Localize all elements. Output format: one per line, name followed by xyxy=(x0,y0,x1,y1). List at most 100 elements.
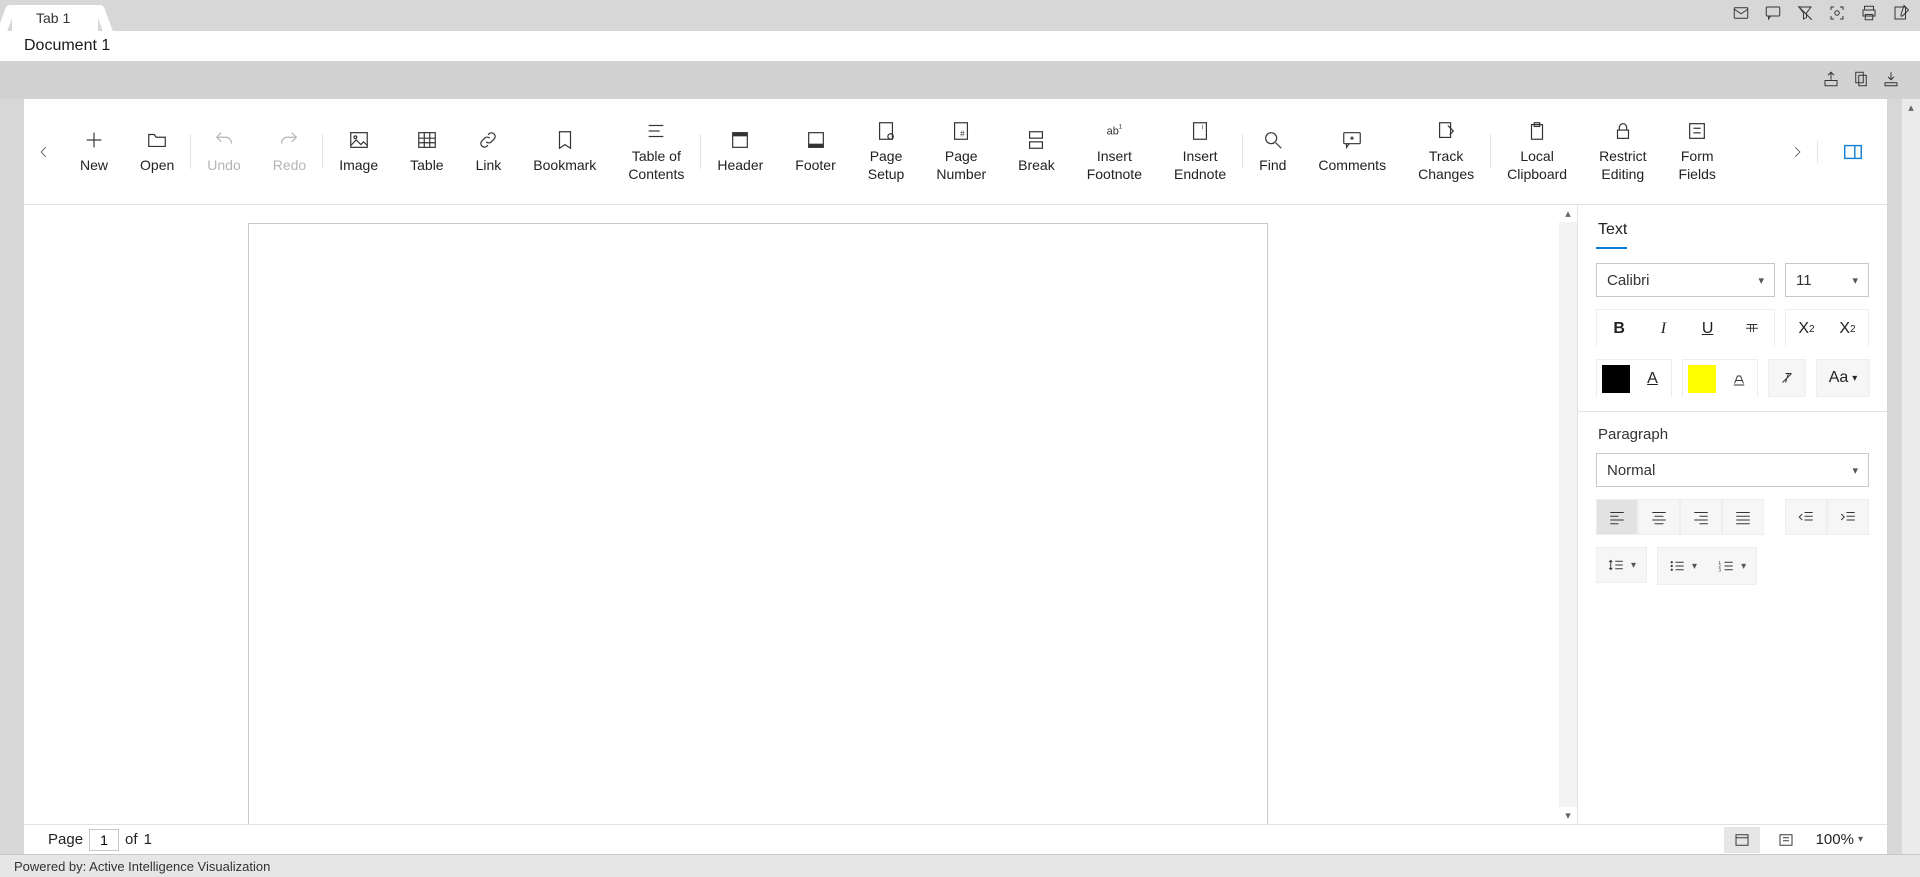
footer-button[interactable]: Footer xyxy=(779,120,851,183)
page-view-button[interactable] xyxy=(1724,827,1760,853)
toolbar-scroll-left[interactable] xyxy=(24,145,64,159)
comment-icon[interactable] xyxy=(1764,4,1782,25)
font-family-select[interactable]: Calibri ▾ xyxy=(1596,263,1775,297)
svg-text:1: 1 xyxy=(1119,123,1123,130)
toc-button[interactable]: Table of Contents xyxy=(612,120,700,183)
workspace: New Open Undo Redo Image Table Link Book… xyxy=(24,99,1887,854)
font-family-value: Calibri xyxy=(1607,272,1650,289)
document-header: Document 1 xyxy=(0,31,1920,61)
subscript-button[interactable]: X2 xyxy=(1827,310,1868,348)
table-button[interactable]: Table xyxy=(394,120,459,183)
highlight-color-swatch[interactable] xyxy=(1683,360,1720,398)
edit-icon[interactable] xyxy=(1892,4,1910,25)
footer-label: Footer xyxy=(795,157,835,175)
tab[interactable]: Tab 1 xyxy=(12,5,98,31)
vertical-scrollbar[interactable]: ▴ ▾ xyxy=(1559,205,1577,824)
zoom-select[interactable]: 100% ▾ xyxy=(1816,831,1863,848)
mail-icon[interactable] xyxy=(1732,4,1750,25)
canvas-area: ▴ ▾ Text Calibri ▾ 11 ▾ xyxy=(24,205,1887,824)
form-fields-label: Form Fields xyxy=(1679,148,1716,183)
link-button[interactable]: Link xyxy=(460,120,518,183)
paragraph-style-value: Normal xyxy=(1607,462,1655,479)
scroll-track[interactable] xyxy=(1559,222,1577,807)
redo-button[interactable]: Redo xyxy=(257,120,322,183)
clear-formatting-button[interactable] xyxy=(1768,359,1806,397)
chevron-down-icon: ▾ xyxy=(1758,274,1764,287)
underline-button[interactable]: U xyxy=(1686,310,1730,348)
chevron-down-icon: ▾ xyxy=(1692,561,1697,572)
zoom-value: 100% xyxy=(1816,831,1854,848)
decrease-indent-button[interactable] xyxy=(1785,499,1827,535)
link-label: Link xyxy=(476,157,502,175)
bookmark-label: Bookmark xyxy=(533,157,596,175)
download-icon[interactable] xyxy=(1882,70,1900,91)
form-fields-button[interactable]: Form Fields xyxy=(1663,120,1732,183)
new-label: New xyxy=(80,157,108,175)
tab-bar: Tab 1 xyxy=(0,0,1920,31)
page-label: Page xyxy=(48,831,83,848)
filter-off-icon[interactable] xyxy=(1796,4,1814,25)
find-label: Find xyxy=(1259,157,1286,175)
undo-label: Undo xyxy=(207,157,240,175)
strikethrough-button[interactable] xyxy=(1730,310,1774,348)
open-button[interactable]: Open xyxy=(124,120,190,183)
page-number-button[interactable]: #Page Number xyxy=(920,120,1002,183)
outer-scrollbar[interactable]: ▴ xyxy=(1902,99,1920,854)
insert-endnote-button[interactable]: iInsert Endnote xyxy=(1158,120,1242,183)
page-setup-button[interactable]: Page Setup xyxy=(852,120,921,183)
align-justify-button[interactable] xyxy=(1722,499,1764,535)
italic-button[interactable]: I xyxy=(1641,310,1685,348)
copy-doc-icon[interactable] xyxy=(1852,70,1870,91)
numbered-list-button[interactable]: 123▾ xyxy=(1707,548,1756,584)
toolbar: New Open Undo Redo Image Table Link Book… xyxy=(24,99,1887,205)
local-clipboard-button[interactable]: Local Clipboard xyxy=(1491,120,1583,183)
side-panel-toggle[interactable] xyxy=(1817,141,1887,163)
bold-button[interactable]: B xyxy=(1597,310,1641,348)
web-view-button[interactable] xyxy=(1768,827,1804,853)
font-color-picker[interactable]: A xyxy=(1634,360,1671,398)
increase-indent-button[interactable] xyxy=(1827,499,1869,535)
page-total: 1 xyxy=(144,831,152,848)
restrict-editing-button[interactable]: Restrict Editing xyxy=(1583,120,1662,183)
page[interactable] xyxy=(248,223,1268,824)
paragraph-style-select[interactable]: Normal ▾ xyxy=(1596,453,1869,487)
text-panel-title: Text xyxy=(1596,217,1627,249)
undo-button[interactable]: Undo xyxy=(191,120,256,183)
highlight-color-picker[interactable] xyxy=(1720,360,1757,398)
font-color-swatch[interactable] xyxy=(1597,360,1634,398)
scroll-up-icon[interactable]: ▴ xyxy=(1565,205,1571,222)
toc-label: Table of Contents xyxy=(628,148,684,183)
canvas[interactable] xyxy=(24,205,1559,824)
line-spacing-button[interactable]: ▾ xyxy=(1596,547,1647,583)
image-button[interactable]: Image xyxy=(323,120,394,183)
align-right-button[interactable] xyxy=(1680,499,1722,535)
scroll-down-icon[interactable]: ▾ xyxy=(1565,807,1571,824)
status-bar: Page of 1 100% ▾ xyxy=(24,824,1887,854)
font-size-select[interactable]: 11 ▾ xyxy=(1785,263,1869,297)
print-icon[interactable] xyxy=(1860,4,1878,25)
superscript-button[interactable]: X2 xyxy=(1786,310,1827,348)
scroll-up-icon[interactable]: ▴ xyxy=(1908,101,1914,114)
screenshot-icon[interactable] xyxy=(1828,4,1846,25)
insert-footnote-button[interactable]: ab1Insert Footnote xyxy=(1071,120,1158,183)
change-case-button[interactable]: Aa▾ xyxy=(1816,359,1870,397)
document-header-strip xyxy=(0,61,1920,99)
page-of-label: of xyxy=(125,831,138,848)
comments-button[interactable]: Comments xyxy=(1302,120,1402,183)
break-button[interactable]: Break xyxy=(1002,120,1071,183)
toolbar-scroll-right[interactable] xyxy=(1777,145,1817,159)
align-center-button[interactable] xyxy=(1638,499,1680,535)
header-button[interactable]: Header xyxy=(701,120,779,183)
align-left-button[interactable] xyxy=(1596,499,1638,535)
track-changes-button[interactable]: Track Changes xyxy=(1402,120,1490,183)
toolbar-items: New Open Undo Redo Image Table Link Book… xyxy=(64,120,1777,183)
change-case-label: Aa xyxy=(1829,369,1849,387)
tab-label: Tab 1 xyxy=(36,10,70,26)
bookmark-button[interactable]: Bookmark xyxy=(517,120,612,183)
bullet-list-button[interactable]: ▾ xyxy=(1658,548,1707,584)
page-current-input[interactable] xyxy=(89,829,119,851)
chevron-down-icon: ▾ xyxy=(1741,561,1746,572)
find-button[interactable]: Find xyxy=(1243,120,1302,183)
new-button[interactable]: New xyxy=(64,120,124,183)
export-icon[interactable] xyxy=(1822,70,1840,91)
